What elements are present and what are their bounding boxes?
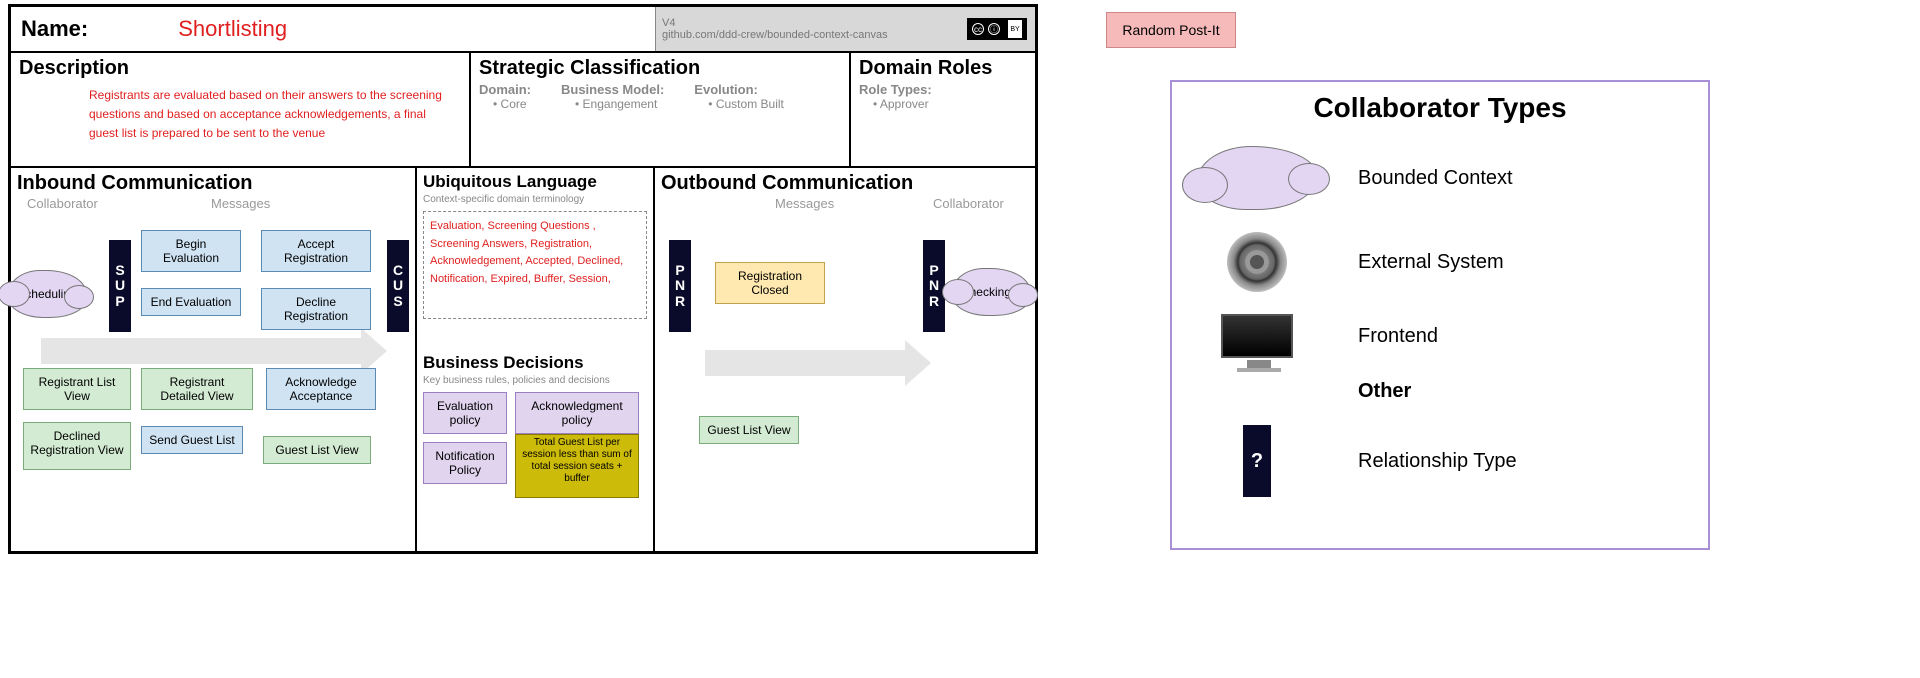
cloud-icon [1197, 146, 1317, 210]
person-icon: ⓘ [988, 23, 1000, 35]
strategic-section: Strategic Classification Domain: • Core … [471, 53, 851, 166]
roles-section: Domain Roles Role Types: • Approver [851, 53, 1035, 166]
model-label: Business Model: [561, 82, 664, 97]
outbound-messages-label: Messages [775, 196, 834, 211]
outbound-arrow-icon [705, 350, 905, 376]
cus-relation: CUS [387, 240, 409, 332]
role-approver: • Approver [859, 97, 1027, 111]
business-heading: Business Decisions [423, 353, 647, 373]
legend-other: Other [1358, 380, 1411, 403]
domain-value: • Core [479, 97, 531, 111]
monitor-icon [1221, 314, 1293, 358]
cc-license-badge: cc ⓘ BY [967, 18, 1027, 40]
msg-registrant-list-view: Registrant List View [23, 368, 131, 410]
name-row: Name: Shortlisting V4 github.com/ddd-cre… [11, 7, 1035, 53]
outbound-section: Outbound Communication Messages Collabor… [655, 168, 1035, 551]
description-section: Description Registrants are evaluated ba… [11, 53, 471, 166]
messages-label: Messages [211, 196, 270, 211]
msg-declined-registration-view: Declined Registration View [23, 422, 131, 470]
business-rule: Total Guest List per session less than s… [515, 434, 639, 498]
outbound-heading: Outbound Communication [661, 172, 1029, 195]
collaborator-types-legend: Collaborator Types Bounded Context Exter… [1170, 80, 1710, 550]
main-area: Inbound Communication Collaborator Messa… [11, 168, 1035, 551]
policy-notification: Notification Policy [423, 442, 507, 484]
domain-label: Domain: [479, 82, 531, 97]
by-label: BY [1008, 20, 1022, 38]
checkingin-cloud: CheckingIn [951, 268, 1031, 316]
cc-icon: cc [972, 23, 984, 35]
description-text: Registrants are evaluated based on their… [19, 82, 461, 144]
legend-frontend: Frontend [1358, 325, 1438, 348]
sup-relation: SUP [109, 240, 131, 332]
name-value: Shortlisting [98, 10, 287, 48]
version-label: V4 [662, 17, 888, 29]
repo-label: github.com/ddd-crew/bounded-context-canv… [662, 29, 888, 41]
policy-evaluation: Evaluation policy [423, 392, 507, 434]
canvas-meta: V4 github.com/ddd-crew/bounded-context-c… [655, 7, 1035, 51]
gear-icon [1227, 232, 1287, 292]
inbound-heading: Inbound Communication [17, 172, 409, 195]
ubiquitous-heading: Ubiquitous Language [423, 172, 647, 192]
mid-section: Ubiquitous Language Context-specific dom… [415, 168, 655, 551]
legend-row-other: Other [1192, 380, 1688, 403]
roles-heading: Domain Roles [859, 57, 1027, 80]
ubiquitous-terms: Evaluation, Screening Questions , Screen… [423, 211, 647, 319]
evolution-value: • Custom Built [694, 97, 784, 111]
name-label: Name: [11, 10, 98, 48]
collaborator-label: Collaborator [27, 196, 98, 211]
msg-ack-acceptance: Acknowledge Acceptance [266, 368, 376, 410]
msg-registrant-detailed-view: Registrant Detailed View [141, 368, 253, 410]
legend-row-frontend: Frontend [1192, 314, 1688, 358]
outbound-collaborator-label: Collaborator [933, 196, 1004, 211]
msg-begin-evaluation: Begin Evaluation [141, 230, 241, 272]
inbound-section: Inbound Communication Collaborator Messa… [11, 168, 415, 551]
legend-row-relationship-type: ? Relationship Type [1192, 425, 1688, 497]
msg-registration-closed: Registration Closed [715, 262, 825, 304]
legend-row-bounded-context: Bounded Context [1192, 146, 1688, 210]
description-heading: Description [19, 57, 461, 80]
inbound-arrow-icon [41, 338, 361, 364]
relationship-icon: ? [1243, 425, 1271, 497]
msg-end-evaluation: End Evaluation [141, 288, 241, 316]
msg-guest-list-view: Guest List View [263, 436, 371, 464]
msg-outbound-guest-list-view: Guest List View [699, 416, 799, 444]
legend-bounded-context: Bounded Context [1358, 167, 1513, 190]
role-types-label: Role Types: [859, 82, 1027, 97]
random-postit[interactable]: Random Post-It [1106, 12, 1236, 48]
legend-external-system: External System [1358, 251, 1504, 274]
pnr-relation-left: PNR [669, 240, 691, 332]
msg-send-guest-list: Send Guest List [141, 426, 243, 454]
legend-relationship-type: Relationship Type [1358, 450, 1517, 473]
top-row: Description Registrants are evaluated ba… [11, 53, 1035, 168]
evolution-label: Evolution: [694, 82, 784, 97]
scheduling-cloud: Scheduling [7, 270, 87, 318]
bounded-context-canvas: Name: Shortlisting V4 github.com/ddd-cre… [8, 4, 1038, 554]
strategic-heading: Strategic Classification [479, 57, 841, 80]
model-value: • Engangement [561, 97, 664, 111]
pnr-relation-right: PNR [923, 240, 945, 332]
msg-accept-registration: Accept Registration [261, 230, 371, 272]
legend-row-external-system: External System [1192, 232, 1688, 292]
msg-decline-registration: Decline Registration [261, 288, 371, 330]
policy-acknowledgment: Acknowledgment policy [515, 392, 639, 434]
legend-title: Collaborator Types [1192, 92, 1688, 124]
business-sub: Key business rules, policies and decisio… [423, 375, 647, 386]
ubiquitous-sub: Context-specific domain terminology [423, 194, 647, 205]
